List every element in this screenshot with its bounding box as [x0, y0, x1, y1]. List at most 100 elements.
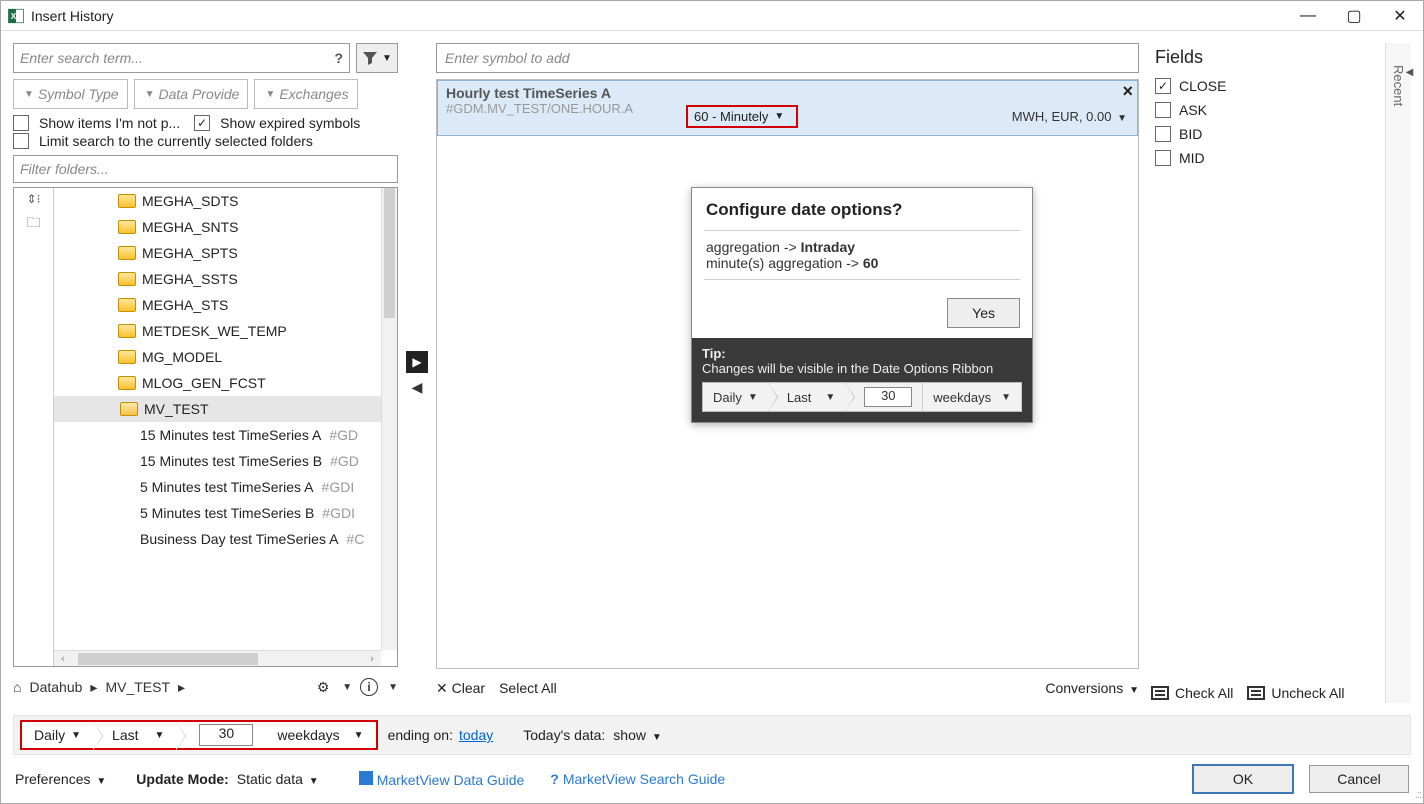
- breadcrumb-root[interactable]: Datahub: [29, 679, 82, 695]
- limit-folders-label: Limit search to the currently selected f…: [39, 133, 313, 149]
- series-item-name: 5 Minutes test TimeSeries A: [140, 479, 314, 495]
- folder-icon: [118, 376, 136, 390]
- ending-on-value[interactable]: today: [459, 727, 493, 743]
- folder-item[interactable]: MG_MODEL: [54, 344, 397, 370]
- data-guide-link[interactable]: MarketView Data Guide: [359, 771, 525, 788]
- clear-button[interactable]: ✕ Clear: [436, 680, 485, 697]
- folder-icon: [118, 272, 136, 286]
- exchanges-dropdown[interactable]: ▼Exchanges: [254, 79, 357, 109]
- series-item[interactable]: 15 Minutes test TimeSeries A#GD: [54, 422, 397, 448]
- field-row[interactable]: ASK: [1147, 98, 1377, 122]
- range-count-input[interactable]: 30: [177, 722, 265, 748]
- recent-tab[interactable]: ◀ Recent: [1385, 43, 1411, 703]
- field-label: ASK: [1179, 102, 1207, 118]
- search-panel: Enter search term... ? ▼ ▼Symbol Type ▼D…: [13, 43, 398, 703]
- series-meta-dropdown[interactable]: MWH, EUR, 0.00 ▼: [1012, 109, 1127, 124]
- field-checkbox[interactable]: [1155, 150, 1171, 166]
- limit-folders-checkbox[interactable]: [13, 133, 29, 149]
- remove-series-button[interactable]: ×: [1122, 81, 1133, 102]
- folder-tree: ⇕⁝ 🗀 MEGHA_SDTSMEGHA_SNTSMEGHA_SPTSMEGHA…: [13, 187, 398, 667]
- series-item[interactable]: Business Day test TimeSeries A#C: [54, 526, 397, 552]
- folder-item[interactable]: MV_TEST: [54, 396, 397, 422]
- field-row[interactable]: MID: [1147, 146, 1377, 170]
- range-unit-dropdown[interactable]: weekdays▼: [265, 722, 375, 748]
- field-checkbox[interactable]: ✓: [1155, 78, 1171, 94]
- folder-item[interactable]: METDESK_WE_TEMP: [54, 318, 397, 344]
- filter-button[interactable]: ▼: [356, 43, 398, 73]
- settings-icon[interactable]: ⚙: [314, 678, 332, 696]
- show-not-permissioned-checkbox[interactable]: [13, 115, 29, 131]
- folder-item[interactable]: MLOG_GEN_FCST: [54, 370, 397, 396]
- folder-item[interactable]: MEGHA_SDTS: [54, 188, 397, 214]
- tip-text: Changes will be visible in the Date Opti…: [702, 361, 993, 376]
- search-help-icon[interactable]: ?: [334, 50, 343, 66]
- panel-toggle-strip: ▶ ◀: [406, 43, 428, 703]
- field-checkbox[interactable]: [1155, 126, 1171, 142]
- date-options-row: Daily▼ Last▼ 30 weekdays▼ ending on: tod…: [13, 715, 1411, 755]
- check-all-button[interactable]: Check All: [1151, 685, 1233, 701]
- folder-icon: [118, 324, 136, 338]
- svg-text:X: X: [11, 12, 17, 21]
- series-item[interactable]: 5 Minutes test TimeSeries A#GDI: [54, 474, 397, 500]
- collapse-left-icon[interactable]: ◀: [412, 379, 423, 396]
- series-item[interactable]: 15 Minutes test TimeSeries B#GD: [54, 448, 397, 474]
- todays-data-label: Today's data:: [523, 727, 605, 743]
- maximize-button[interactable]: ▢: [1331, 1, 1377, 31]
- folder-path-icon[interactable]: 🗀: [27, 212, 41, 236]
- folder-item[interactable]: MEGHA_SPTS: [54, 240, 397, 266]
- update-mode-dropdown[interactable]: Static data ▼: [237, 771, 319, 787]
- close-button[interactable]: ✕: [1377, 1, 1423, 31]
- folder-item[interactable]: MEGHA_SNTS: [54, 214, 397, 240]
- conversions-dropdown[interactable]: Conversions ▼: [1045, 680, 1139, 696]
- home-icon[interactable]: ⌂: [13, 679, 21, 695]
- field-row[interactable]: BID: [1147, 122, 1377, 146]
- series-name: Hourly test TimeSeries A: [446, 85, 1127, 101]
- select-all-button[interactable]: Select All: [499, 680, 557, 696]
- expand-right-icon[interactable]: ▶: [406, 351, 428, 373]
- uncheck-all-icon: [1247, 686, 1265, 700]
- tip-count-segment: 30: [846, 383, 923, 411]
- preferences-dropdown[interactable]: Preferences ▼: [15, 771, 106, 787]
- series-item[interactable]: 5 Minutes test TimeSeries B#GDI: [54, 500, 397, 526]
- search-input[interactable]: Enter search term... ?: [13, 43, 350, 73]
- excel-icon: X: [7, 7, 25, 25]
- series-item-code: #C: [346, 531, 364, 547]
- show-expired-label: Show expired symbols: [220, 115, 360, 131]
- popup-yes-button[interactable]: Yes: [947, 298, 1020, 328]
- ok-button[interactable]: OK: [1193, 765, 1293, 793]
- breadcrumb: ⌂ Datahub▸ MV_TEST▸ ⚙▼ i▼: [13, 671, 398, 703]
- folder-icon: [120, 402, 138, 416]
- series-item-name: 15 Minutes test TimeSeries B: [140, 453, 322, 469]
- field-checkbox[interactable]: [1155, 102, 1171, 118]
- search-guide-link[interactable]: ?MarketView Search Guide: [550, 771, 725, 787]
- symbol-type-dropdown[interactable]: ▼Symbol Type: [13, 79, 128, 109]
- tree-horizontal-scrollbar[interactable]: ‹›: [54, 650, 381, 666]
- granularity-dropdown[interactable]: 60 - Minutely▼: [686, 105, 798, 128]
- breadcrumb-current[interactable]: MV_TEST: [105, 679, 170, 695]
- show-expired-checkbox[interactable]: ✓: [194, 115, 210, 131]
- folder-label: METDESK_WE_TEMP: [142, 323, 287, 339]
- tip-ribbon-preview: Daily▼ Last ▼ 30 weekdays▼: [702, 382, 1022, 412]
- folder-label: MEGHA_SNTS: [142, 219, 238, 235]
- todays-data-dropdown[interactable]: show ▼: [613, 727, 661, 743]
- resize-grip-icon[interactable]: .::: [1415, 789, 1421, 801]
- popup-title: Configure date options?: [692, 188, 1032, 222]
- minimize-button[interactable]: —: [1285, 1, 1331, 31]
- data-provider-dropdown[interactable]: ▼Data Provide: [134, 79, 249, 109]
- field-row[interactable]: ✓CLOSE: [1147, 74, 1377, 98]
- uncheck-all-button[interactable]: Uncheck All: [1247, 685, 1344, 701]
- collapse-all-icon[interactable]: ⇕⁝: [27, 192, 41, 206]
- series-header: Hourly test TimeSeries A #GDM.MV_TEST/ON…: [437, 80, 1138, 136]
- funnel-icon: [362, 51, 378, 65]
- filter-folders-input[interactable]: Filter folders...: [13, 155, 398, 183]
- cancel-button[interactable]: Cancel: [1309, 765, 1409, 793]
- info-icon[interactable]: i: [360, 678, 378, 696]
- series-item-name: 5 Minutes test TimeSeries B: [140, 505, 314, 521]
- aggregation-dropdown[interactable]: Daily▼: [22, 722, 94, 748]
- folder-item[interactable]: MEGHA_SSTS: [54, 266, 397, 292]
- folder-label: MV_TEST: [144, 401, 209, 417]
- range-type-dropdown[interactable]: Last▼: [94, 722, 177, 748]
- symbol-input[interactable]: Enter symbol to add: [436, 43, 1139, 73]
- folder-item[interactable]: MEGHA_STS: [54, 292, 397, 318]
- tree-vertical-scrollbar[interactable]: [381, 188, 397, 650]
